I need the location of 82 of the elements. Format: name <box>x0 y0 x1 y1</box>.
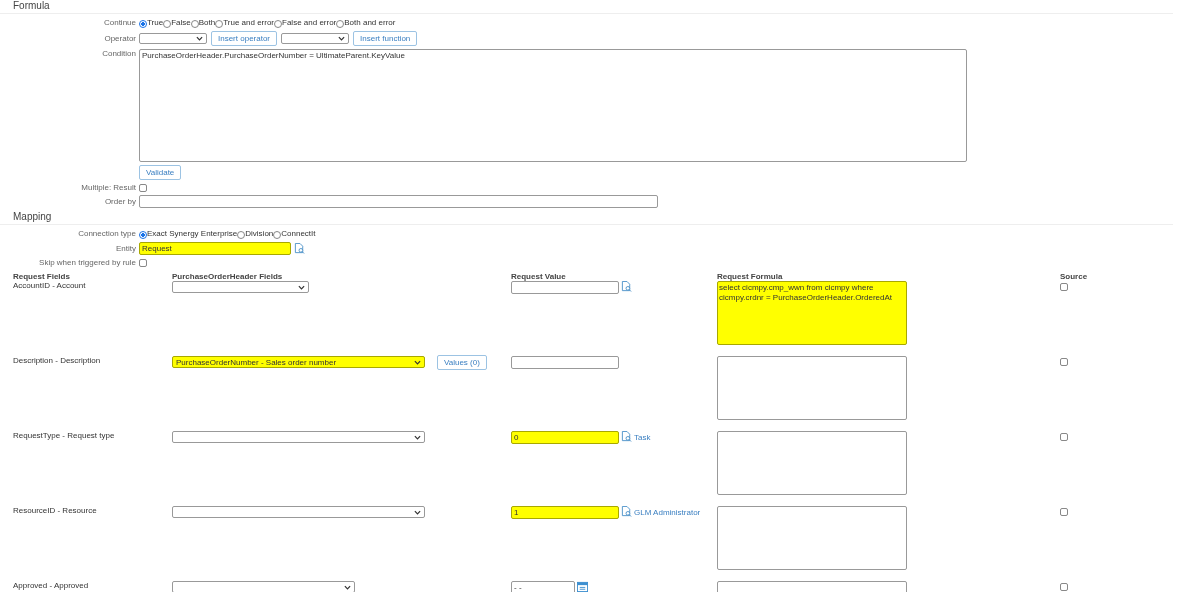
radio-label: True <box>147 18 164 27</box>
section-title: Formula <box>0 0 1173 14</box>
source-checkbox[interactable] <box>1060 508 1068 516</box>
dropdown[interactable] <box>139 33 207 44</box>
radio-button[interactable] <box>274 20 283 28</box>
request-field-name: AccountID - Account <box>13 281 86 290</box>
radio-button[interactable] <box>163 20 172 28</box>
source-checkbox[interactable] <box>1060 358 1068 366</box>
chevron-icon <box>298 284 305 290</box>
radio-label: Both and error <box>344 18 396 27</box>
column-header: PurchaseOrderHeader Fields <box>172 272 284 281</box>
request-value-field[interactable] <box>511 281 619 294</box>
request-field-name: Description - Description <box>13 356 101 365</box>
field-label: Operator <box>103 34 136 43</box>
chevron-icon <box>196 36 203 41</box>
dropdown[interactable] <box>172 281 309 293</box>
field-label: Multiple: Result <box>80 183 136 192</box>
column-header: Request Formula <box>717 272 784 281</box>
values-button[interactable]: Values (0) <box>437 355 487 370</box>
radio-label: ConnectIt <box>281 229 316 238</box>
request-formula-field[interactable] <box>717 356 907 420</box>
field-label: Continue <box>102 18 136 27</box>
radio-label: True and error <box>223 18 275 27</box>
field-label: Entity <box>115 244 136 253</box>
request-value-field[interactable]: - - <box>511 581 575 592</box>
dropdown[interactable] <box>172 431 425 443</box>
source-checkbox[interactable] <box>1060 583 1068 591</box>
lookup-icon[interactable] <box>294 243 305 254</box>
lookup-icon[interactable] <box>621 431 632 442</box>
column-header: Request Value <box>511 272 567 281</box>
request-value-field[interactable]: 1 <box>511 506 619 519</box>
field-label: Connection type <box>77 229 136 238</box>
checkbox[interactable] <box>139 258 147 267</box>
request-formula-field[interactable] <box>717 431 907 495</box>
chevron-icon <box>344 584 351 590</box>
calendar-icon[interactable] <box>577 581 588 592</box>
request-formula-field[interactable]: select cicmpy.cmp_wwn from cicmpy where cicmpy.crdnr = PurchaseOrderHeader.OrderedAt <box>717 281 907 345</box>
radio-button[interactable] <box>139 231 147 239</box>
chevron-icon <box>338 36 346 41</box>
request-value-field[interactable]: 0 <box>511 431 619 444</box>
insert-button[interactable]: Insert function <box>353 31 418 46</box>
source-checkbox[interactable] <box>1060 283 1068 291</box>
radio-label: False <box>171 18 191 27</box>
field-label: Condition <box>101 49 136 58</box>
checkbox[interactable] <box>139 183 147 192</box>
request-field-name: ResourceID - Resource <box>13 506 97 515</box>
dropdown[interactable] <box>281 33 350 44</box>
radio-label: Division <box>245 229 274 238</box>
entity-field[interactable]: Request <box>139 242 291 255</box>
request-field-name: RequestType - Request type <box>13 431 115 440</box>
lookup-icon[interactable] <box>621 506 632 517</box>
radio-button[interactable] <box>190 20 199 28</box>
column-header: Source <box>1060 272 1088 281</box>
field-label: Skip when triggered by rule <box>38 258 136 267</box>
radio-button[interactable] <box>215 20 224 28</box>
radio-button[interactable] <box>273 231 282 239</box>
request-value-field[interactable] <box>511 356 619 369</box>
order-by-field[interactable] <box>139 195 658 208</box>
dropdown[interactable] <box>172 581 355 592</box>
radio-label: False and error <box>282 18 337 27</box>
field-label: Order by <box>103 197 136 206</box>
validate-button[interactable]: Validate <box>139 165 182 180</box>
radio-label: Exact Synergy Enterprise <box>147 229 238 238</box>
radio-button[interactable] <box>237 231 246 239</box>
lookup-link[interactable]: Task <box>634 433 651 442</box>
radio-button[interactable] <box>139 20 147 28</box>
chevron-icon <box>414 434 421 440</box>
dropdown[interactable] <box>172 506 425 518</box>
dropdown[interactable]: PurchaseOrderNumber - Sales order number <box>172 356 425 368</box>
chevron-icon <box>414 359 421 365</box>
condition-field[interactable]: PurchaseOrderHeader.PurchaseOrderNumber = UltimateParent.KeyValue <box>139 49 967 162</box>
radio-button[interactable] <box>336 20 345 28</box>
request-field-name: Approved - Approved <box>13 581 89 590</box>
lookup-icon[interactable] <box>621 281 632 292</box>
radio-label: Both <box>198 18 216 27</box>
column-header: Request Fields <box>13 272 71 281</box>
section-title: Mapping <box>0 211 1173 225</box>
insert-button[interactable]: Insert operator <box>211 31 278 46</box>
source-checkbox[interactable] <box>1060 433 1068 441</box>
lookup-link[interactable]: GLM Administrator <box>634 508 701 517</box>
chevron-icon <box>414 509 421 515</box>
request-formula-field[interactable] <box>717 506 907 570</box>
